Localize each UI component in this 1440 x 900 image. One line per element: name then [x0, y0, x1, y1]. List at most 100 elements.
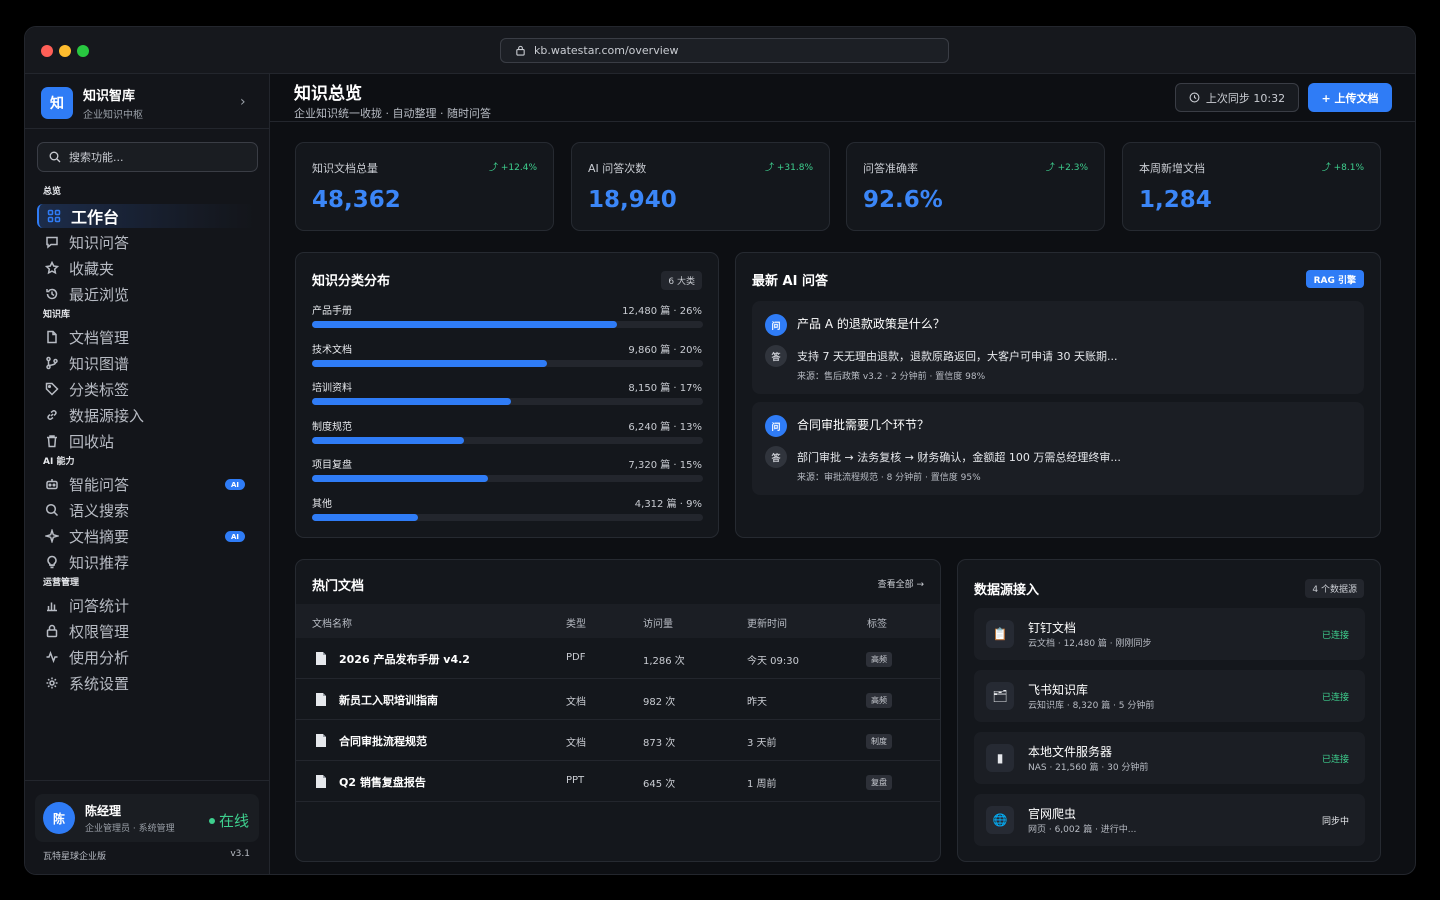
doc-name: 新员工入职培训指南	[339, 694, 438, 707]
table-row[interactable]: 新员工入职培训指南 文档 982 次 昨天 高频	[296, 679, 940, 720]
edition-label: 瓦特星球企业版	[43, 852, 107, 862]
data-source-item[interactable]: ▮ 本地文件服务器 NAS · 21,560 篇 · 30 分钟前 已连接	[974, 732, 1365, 784]
nav-label: 最近浏览	[69, 285, 130, 304]
nav-item-analytics[interactable]: 使用分析	[37, 645, 255, 669]
answer-icon: 答	[765, 446, 787, 468]
table-row[interactable]: 合同审批流程规范 文档 873 次 3 天前 制度	[296, 720, 940, 761]
stat-card: 知识文档总量 ⤴ +12.4% 48,362	[295, 142, 554, 231]
grid-icon	[47, 209, 61, 223]
page-subtitle: 企业知识统一收拢 · 自动整理 · 随时问答	[294, 107, 491, 120]
doc-updated: 今天 09:30	[747, 656, 799, 667]
trend-up-badge: ⤴ +8.1%	[1321, 163, 1364, 173]
table-row[interactable]: 2026 产品发布手册 v4.2 PDF 1,286 次 今天 09:30 高频	[296, 638, 940, 679]
source-status: 已连接	[1321, 631, 1349, 641]
data-source-item[interactable]: 🗂 飞书知识库 云知识库 · 8,320 篇 · 5 分钟前 已连接	[974, 670, 1365, 722]
nav-label: 语义搜索	[69, 501, 130, 520]
nav-item-qa[interactable]: 知识问答	[37, 230, 255, 254]
doc-updated: 昨天	[747, 697, 767, 708]
online-status: 在线	[209, 810, 249, 831]
nav-item-semantic-search[interactable]: 语义搜索	[37, 498, 255, 522]
nav-item-summary[interactable]: 文档摘要 AI	[37, 524, 255, 548]
category-bar-fill	[312, 398, 512, 405]
view-all-link[interactable]: 查看全部 →	[878, 577, 924, 590]
nav-item-recommend[interactable]: 知识推荐	[37, 550, 255, 574]
stat-value: 18,940	[588, 187, 677, 213]
column-header[interactable]: 标签	[867, 615, 887, 630]
category-value: 4,312 篇 · 9%	[634, 498, 702, 510]
stat-label: AI 问答次数	[588, 162, 647, 175]
nav-label: 使用分析	[69, 648, 130, 667]
nav-item-smart-qa[interactable]: 智能问答 AI	[37, 472, 255, 496]
column-header[interactable]: 访问量	[643, 615, 673, 630]
brand[interactable]: 知 知识智库 企业知识中枢	[41, 85, 143, 121]
data-source-item[interactable]: 🌐 官网爬虫 网页 · 6,002 篇 · 进行中... 同步中	[974, 794, 1365, 846]
card-title: 最新 AI 问答	[752, 274, 828, 289]
category-name: 产品手册	[312, 306, 352, 317]
url-bar[interactable]: kb.watestar.com/overview	[500, 38, 949, 63]
upload-button[interactable]: + 上传文档	[1308, 83, 1392, 112]
ai-badge: AI	[225, 531, 245, 542]
column-header[interactable]: 类型	[566, 615, 586, 630]
maximize-dot[interactable]	[77, 45, 89, 57]
category-name: 其他	[312, 498, 332, 510]
nav-item-favorites[interactable]: 收藏夹	[37, 256, 255, 280]
nav-item-graph[interactable]: 知识图谱	[37, 351, 255, 375]
doc-name: 2026 产品发布手册 v4.2	[339, 653, 470, 666]
nav-item-datasource[interactable]: 数据源接入	[37, 403, 255, 427]
document-icon	[316, 652, 326, 665]
category-bar	[312, 321, 703, 328]
category-bar-fill	[312, 436, 465, 444]
category-value: 12,480 篇 · 26%	[622, 306, 702, 317]
category-bar	[312, 436, 703, 444]
column-header[interactable]: 文档名称	[312, 615, 352, 630]
source-status: 已连接	[1321, 755, 1349, 765]
nav-item-trash[interactable]: 回收站	[37, 429, 255, 453]
doc-views: 645 次	[643, 779, 676, 790]
source-name: 钉钉文档	[1028, 621, 1077, 635]
row-divider	[296, 801, 940, 802]
search-icon	[45, 503, 59, 517]
sync-button[interactable]: 上次同步 10:32	[1175, 83, 1299, 112]
stat-card: 问答准确率 ⤴ +2.3% 92.6%	[846, 142, 1105, 231]
source-status: 已连接	[1321, 693, 1349, 703]
ai-qa-card: 最新 AI 问答 RAG 引擎 问 产品 A 的退款政策是什么？ 答 支持 7 …	[735, 252, 1381, 538]
table-row[interactable]: Q2 销售复盘报告 PPT 645 次 1 周前 复盘	[296, 761, 940, 802]
minimize-dot[interactable]	[59, 45, 71, 57]
close-dot[interactable]	[41, 45, 53, 57]
globe-icon: 🌐	[986, 806, 1014, 834]
server-icon: ▮	[986, 744, 1014, 772]
qa-item[interactable]: 问 产品 A 的退款政策是什么？ 答 支持 7 天无理由退款，退款原路返回，大客…	[752, 301, 1364, 394]
doc-type: PPT	[566, 775, 585, 786]
stat-label: 本周新增文档	[1139, 162, 1205, 175]
data-source-item[interactable]: 📋 钉钉文档 云文档 · 12,480 篇 · 刚刚同步 已连接	[974, 608, 1365, 660]
doc-views: 873 次	[643, 738, 676, 749]
user-card[interactable]: 陈 陈经理 企业管理员 · 系统管理 在线	[35, 794, 259, 842]
nav-item-recent[interactable]: 最近浏览	[37, 282, 255, 306]
nav-item-qa-stats[interactable]: 问答统计	[37, 593, 255, 617]
bulb-icon	[47, 555, 57, 569]
qa-item[interactable]: 问 合同审批需要几个环节？ 答 部门审批 → 法务复核 → 财务确认，金额超 1…	[752, 402, 1364, 495]
dingtalk-icon: 📋	[986, 620, 1014, 648]
sparkle-icon	[45, 529, 59, 543]
search-input[interactable]: 搜索功能...	[37, 142, 258, 172]
nav-item-tags[interactable]: 分类标签	[37, 377, 255, 401]
nav-item-docs[interactable]: 文档管理	[37, 325, 255, 349]
divider	[270, 121, 1415, 122]
stat-value: 92.6%	[863, 187, 943, 213]
column-header[interactable]: 更新时间	[747, 615, 787, 630]
nav-item-workbench[interactable]: 工作台	[37, 204, 255, 228]
nav-item-permissions[interactable]: 权限管理	[37, 619, 255, 643]
trend-up-badge: ⤴ +31.8%	[764, 163, 813, 173]
category-bar	[312, 398, 703, 405]
page-title: 知识总览	[294, 84, 362, 104]
chevron-right-icon[interactable]: ›	[240, 94, 246, 110]
source-status: 同步中	[1321, 817, 1349, 827]
doc-tag: 制度	[866, 734, 892, 749]
card-title: 知识分类分布	[312, 274, 391, 289]
gear-icon	[46, 677, 58, 689]
document-icon	[316, 775, 326, 788]
nav-item-settings[interactable]: 系统设置	[37, 671, 255, 695]
user-role: 企业管理员 · 系统管理	[85, 824, 175, 834]
url-text: kb.watestar.com/overview	[534, 44, 679, 57]
nav-label: 知识图谱	[69, 354, 130, 373]
